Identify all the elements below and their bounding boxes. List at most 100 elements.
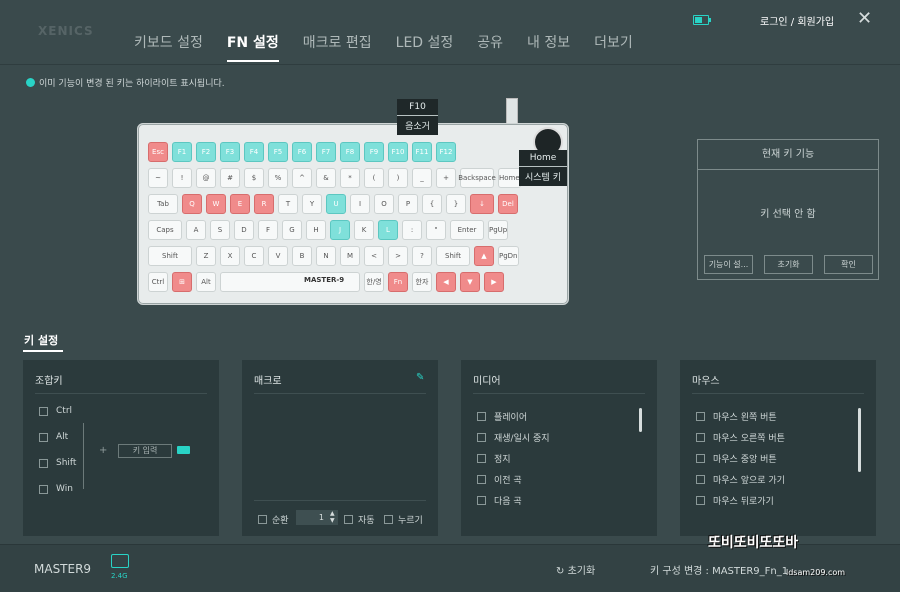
key[interactable]: V [268, 246, 288, 266]
confirm-button[interactable]: 확인 [824, 255, 873, 274]
key[interactable]: X [220, 246, 240, 266]
key[interactable]: T [278, 194, 298, 214]
media-scrollbar[interactable] [639, 408, 642, 432]
key[interactable]: R [254, 194, 274, 214]
key[interactable]: * [340, 168, 360, 188]
key[interactable]: F11 [412, 142, 432, 162]
key[interactable]: Fn [388, 272, 408, 292]
key[interactable]: F8 [340, 142, 360, 162]
edit-pencil-icon[interactable]: ✎ [416, 372, 424, 383]
key[interactable]: > [388, 246, 408, 266]
wireless-keyboard-icon[interactable] [111, 554, 129, 568]
macro-auto[interactable]: 자동 [344, 513, 375, 526]
key[interactable]: F4 [244, 142, 264, 162]
key[interactable]: < [364, 246, 384, 266]
key[interactable]: H [306, 220, 326, 240]
key[interactable]: 한자 [412, 272, 432, 292]
key[interactable]: F [258, 220, 278, 240]
key[interactable]: Enter [450, 220, 484, 240]
reset-button[interactable]: 초기화 [764, 255, 813, 274]
key[interactable]: ~ [148, 168, 168, 188]
mouse-item[interactable]: 마우스 오른쪽 버튼 [696, 431, 785, 444]
mouse-item[interactable]: 마우스 뒤로가기 [696, 494, 774, 507]
login-link[interactable]: 로그인 / 회원가입 [760, 13, 834, 28]
tab-6[interactable]: 더보기 [594, 32, 633, 62]
key[interactable]: ↓ [470, 194, 494, 214]
checkbox[interactable] [258, 515, 267, 524]
media-item[interactable]: 플레이어 [477, 410, 527, 423]
checkbox[interactable] [39, 458, 48, 468]
checkbox[interactable] [477, 496, 486, 505]
checkbox[interactable] [39, 406, 48, 416]
key[interactable]: B [292, 246, 312, 266]
checkbox[interactable] [39, 484, 48, 494]
checkbox[interactable] [696, 496, 705, 505]
key[interactable]: M [340, 246, 360, 266]
key[interactable]: : [402, 220, 422, 240]
key[interactable]: ▲ [474, 246, 494, 266]
key[interactable]: PgUp [488, 220, 509, 240]
key[interactable]: I [350, 194, 370, 214]
key[interactable]: & [316, 168, 336, 188]
checkbox[interactable] [696, 433, 705, 442]
key[interactable]: Ctrl [148, 272, 168, 292]
key[interactable]: F6 [292, 142, 312, 162]
key[interactable]: F2 [196, 142, 216, 162]
key[interactable]: ! [172, 168, 192, 188]
key[interactable]: $ [244, 168, 264, 188]
macro-press[interactable]: 누르기 [384, 513, 423, 526]
key[interactable]: " [426, 220, 446, 240]
key[interactable]: P [398, 194, 418, 214]
key[interactable]: Shift [148, 246, 192, 266]
key[interactable]: @ [196, 168, 216, 188]
key[interactable]: ▼ [460, 272, 480, 292]
key[interactable]: # [220, 168, 240, 188]
key[interactable]: Alt [196, 272, 216, 292]
checkbox[interactable] [344, 515, 353, 524]
key[interactable]: ▶ [484, 272, 504, 292]
key[interactable]: S [210, 220, 230, 240]
tab-0[interactable]: 키보드 설정 [134, 32, 203, 62]
macro-loop[interactable]: 순환 [258, 513, 289, 526]
key[interactable]: A [186, 220, 206, 240]
key[interactable]: Backspace [458, 168, 496, 188]
checkbox[interactable] [696, 475, 705, 484]
checkbox[interactable] [477, 433, 486, 442]
key[interactable]: Y [302, 194, 322, 214]
key[interactable]: Esc [148, 142, 168, 162]
key[interactable]: E [230, 194, 250, 214]
key[interactable]: Caps [148, 220, 182, 240]
key[interactable]: + [436, 168, 456, 188]
key[interactable]: F12 [436, 142, 456, 162]
key[interactable]: F5 [268, 142, 288, 162]
key[interactable]: ? [412, 246, 432, 266]
key[interactable]: ◀ [436, 272, 456, 292]
checkbox[interactable] [696, 412, 705, 421]
key[interactable]: PgDn [498, 246, 519, 266]
checkbox[interactable] [477, 454, 486, 463]
key[interactable]: L [378, 220, 398, 240]
key[interactable]: ⊞ [172, 272, 192, 292]
combo-alt[interactable]: Alt [39, 432, 68, 442]
key[interactable]: ^ [292, 168, 312, 188]
key[interactable]: { [422, 194, 442, 214]
key[interactable]: _ [412, 168, 432, 188]
key[interactable]: F3 [220, 142, 240, 162]
tab-4[interactable]: 공유 [477, 32, 503, 62]
stepper-arrows-icon[interactable]: ▲ ▼ [330, 510, 335, 524]
key[interactable]: % [268, 168, 288, 188]
key[interactable]: U [326, 194, 346, 214]
key[interactable]: J [330, 220, 350, 240]
key[interactable]: K [354, 220, 374, 240]
checkbox[interactable] [477, 475, 486, 484]
key-input-field[interactable]: 키 입력 [118, 444, 172, 458]
footer-reset-button[interactable]: ↻ 초기화 [556, 562, 595, 577]
key[interactable]: O [374, 194, 394, 214]
close-icon[interactable]: ✕ [857, 8, 872, 29]
media-item[interactable]: 정지 [477, 452, 511, 465]
key[interactable]: Home [498, 168, 521, 188]
combo-ctrl[interactable]: Ctrl [39, 406, 72, 416]
combo-shift[interactable]: Shift [39, 458, 76, 468]
key[interactable]: } [446, 194, 466, 214]
key[interactable]: ) [388, 168, 408, 188]
